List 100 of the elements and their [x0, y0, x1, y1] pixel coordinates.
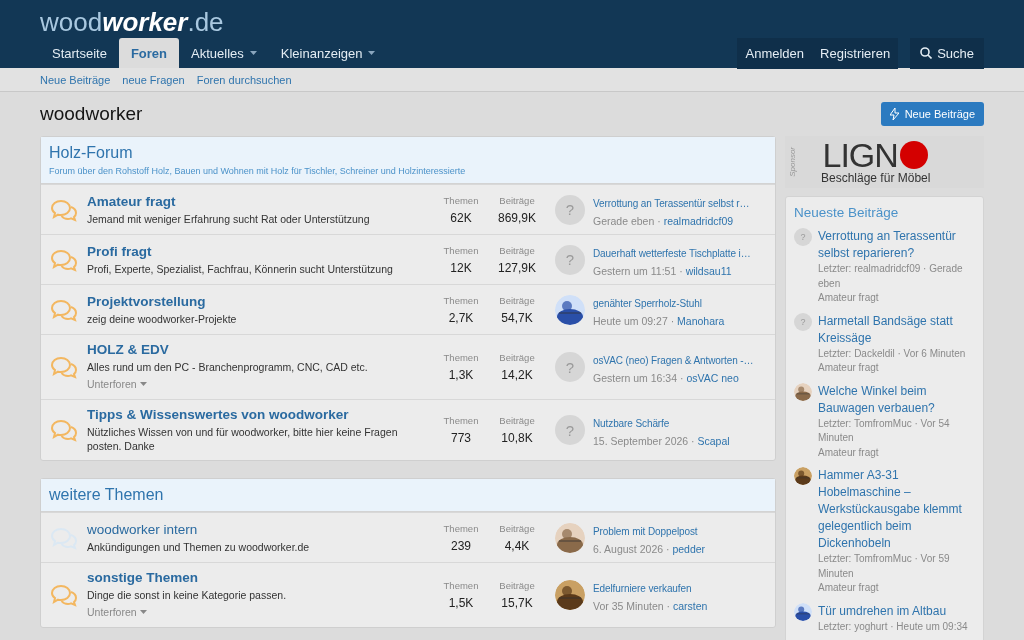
separator: · [679, 372, 684, 384]
last-thread-link[interactable]: Nutzbare Schärfe [593, 418, 670, 429]
lightning-icon [889, 108, 899, 120]
subforums-toggle[interactable]: Unterforen [87, 378, 147, 390]
stat-value: 127,9K [496, 260, 537, 275]
nav-tab[interactable]: Kleinanzeigen [268, 38, 388, 68]
last-thread-link[interactable]: osVAC (neo) Fragen & Antworten -… [593, 355, 754, 366]
forum-name: Amateur fragt [818, 361, 880, 375]
forum-title[interactable]: Projektvorstellung [87, 293, 433, 309]
widget-title: Neueste Beiträge [794, 205, 900, 220]
forum-description: Jemand mit weniger Erfahrung sucht Rat oder Unterstützung [87, 211, 371, 226]
brand-tagline: Beschläge für Möbel [821, 171, 931, 185]
sub-nav-link[interactable]: Neue Beiträge [40, 73, 111, 86]
last-thread-link[interactable]: Verrottung an Terassentür selbst r… [593, 197, 750, 209]
thread-link[interactable]: Welche Winkel beim Bauwagen verbauen? [818, 382, 975, 417]
separator: · [670, 314, 675, 327]
stat-value: 14,2K [500, 368, 534, 382]
forum-title[interactable]: Tipps & Wissenswertes von woodworker [87, 407, 433, 422]
thread-link[interactable]: Harmetall Bandsäge statt Kreissäge [818, 312, 975, 347]
username-link[interactable]: realmadridcf09 [663, 214, 734, 227]
last-post-time: 15. September 2026 [593, 435, 689, 447]
username-link[interactable]: pedder [672, 542, 706, 555]
caret-icon [139, 382, 147, 386]
thread-meta: Letzter: yoghurt · Heute um 09:34 [818, 619, 968, 634]
forum-title[interactable]: Profi fragt [87, 243, 433, 259]
forum-title[interactable]: Amateur fragt [87, 193, 433, 209]
stat-label: Beiträge [498, 244, 536, 256]
forum-description: Dinge die sonst in keine Kategorie passen. [87, 588, 288, 602]
nav-tab[interactable]: Startseite [40, 38, 119, 68]
separator: · [666, 600, 671, 612]
forum-name: Amateur fragt [818, 581, 880, 595]
search-icon [920, 47, 933, 59]
nav-tab[interactable]: Foren [118, 38, 180, 68]
search-button[interactable]: Suche [910, 37, 984, 69]
brand-name: LIGN [822, 139, 898, 171]
subforums-toggle[interactable]: Unterforen [87, 606, 147, 618]
caret-icon [139, 610, 147, 614]
separator: · [657, 214, 661, 227]
last-thread-link[interactable]: genähter Sperrholz-Stuhl [593, 297, 702, 309]
forum-name: Amateur fragt [818, 445, 880, 460]
forum-title[interactable]: woodworker intern [87, 521, 433, 537]
thread-meta: Letzter: TomfromMuc · Vor 54 Minuten [818, 416, 951, 445]
category-title[interactable]: Holz-Forum [49, 144, 767, 162]
thread-meta: Letzter: Dackeldil · Vor 6 Minuten [818, 346, 967, 361]
thread-link[interactable]: Hammer A3-31 Hobelmaschine – Werkstückausgabe klemmt gelegentlich beim Dickenhobeln [818, 467, 975, 552]
stat-value: 54,7K [500, 310, 534, 325]
chat-bubbles-icon [49, 197, 79, 222]
stat-value: 239 [450, 538, 472, 553]
forum-description: zeig deine woodworker-Projekte [87, 311, 238, 326]
forum-name: Amateur fragt [818, 291, 880, 305]
username-link[interactable]: Scapal [697, 435, 730, 447]
chat-bubbles-icon [49, 247, 79, 272]
stat-label: Themen [442, 522, 480, 534]
stat-label: Beiträge [498, 522, 536, 534]
sub-nav-link[interactable]: Foren durchsuchen [196, 73, 292, 86]
chat-bubbles-icon [49, 355, 79, 379]
stat-label: Themen [442, 194, 480, 206]
last-thread-link[interactable]: Edelfurniere verkaufen [593, 583, 692, 594]
stat-label: Themen [442, 294, 480, 306]
separator: · [691, 435, 695, 447]
thread-link[interactable]: Tür umdrehen im Altbau [818, 602, 968, 620]
account-link[interactable]: Registrieren [812, 37, 899, 69]
forum-description: Profi, Experte, Spezialist, Fachfrau, Könnerin sucht Unterstützung [87, 261, 394, 276]
category-description: Forum über den Rohstoff Holz, Bauen und Wohnen mit Holz für Tischler, Schreiner und Holzinteressierte [49, 166, 467, 176]
thread-link[interactable]: Verrottung an Terassentür selbst reparieren? [818, 228, 975, 262]
last-post-time: Gerade eben [593, 214, 655, 227]
chat-bubbles-icon [49, 583, 79, 607]
stat-value: 869,9K [496, 210, 537, 225]
sub-nav-link[interactable]: neue Fragen [122, 73, 185, 86]
stat-label: Beiträge [498, 194, 536, 206]
page-title: woodworker [40, 103, 143, 125]
stat-value: 12K [449, 260, 473, 275]
forum-title[interactable]: HOLZ & EDV [87, 342, 433, 357]
site-logo[interactable]: woodworker.de [40, 6, 224, 38]
username-link[interactable]: Manohara [677, 314, 725, 327]
thread-meta: Letzter: realmadridcf09 · Gerade eben [818, 262, 964, 291]
forum-description: Alles rund um den PC - Branchenprogramm, CNC, CAD etc. [87, 360, 369, 374]
new-posts-button[interactable]: Neue Beiträge [880, 102, 984, 126]
thread-meta: Letzter: TomfromMuc · Vor 59 Minuten [818, 552, 951, 581]
username-link[interactable]: osVAC neo [686, 372, 739, 384]
forum-description: Nützliches Wissen von und für woodworker, bitte hier keine Fragen posten. Danke [87, 425, 399, 453]
stat-label: Themen [442, 352, 480, 363]
stat-value: 15,7K [500, 596, 534, 610]
stat-label: Beiträge [498, 294, 536, 306]
stat-label: Themen [442, 580, 480, 591]
username-link[interactable]: carsten [673, 600, 708, 612]
last-post-time: 6. August 2026 [593, 542, 664, 555]
account-link[interactable]: Anmelden [737, 37, 813, 69]
username-link[interactable]: wildsau11 [685, 264, 732, 277]
separator: · [679, 264, 683, 277]
nav-tab[interactable]: Aktuelles [179, 38, 269, 68]
separator: · [666, 542, 670, 555]
last-thread-link[interactable]: Problem mit Doppelpost [593, 525, 698, 537]
category-title[interactable]: weitere Themen [49, 486, 767, 504]
stat-value: 773 [450, 431, 472, 445]
last-post-time: Heute um 09:27 [593, 314, 668, 327]
last-post-time: Gestern um 16:34 [593, 372, 678, 384]
forum-title[interactable]: sonstige Themen [87, 570, 433, 585]
stat-value: 10,8K [500, 431, 534, 445]
last-thread-link[interactable]: Dauerhaft wetterfeste Tischplatte i… [593, 247, 751, 259]
